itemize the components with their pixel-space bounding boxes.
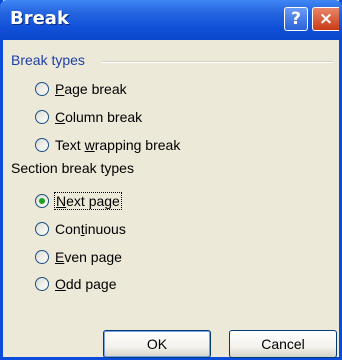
next-page-radio[interactable] (35, 194, 49, 208)
column-break-option[interactable]: Column break (35, 109, 142, 125)
page-break-option[interactable]: Page break (35, 81, 127, 97)
page-break-radio[interactable] (35, 82, 49, 96)
even-page-label: Even page (55, 249, 122, 265)
close-button[interactable]: × (312, 7, 339, 31)
break-dialog: Break ? × Break types Page break Column … (0, 0, 342, 360)
ok-button[interactable]: OK (103, 330, 211, 358)
even-page-radio[interactable] (35, 250, 49, 264)
continuous-option[interactable]: Continuous (35, 221, 126, 237)
continuous-radio[interactable] (35, 222, 49, 236)
text-wrapping-break-label: Text wrapping break (55, 137, 181, 153)
break-types-heading: Break types (11, 52, 85, 68)
column-break-label: Column break (55, 109, 143, 125)
text-wrapping-break-option[interactable]: Text wrapping break (35, 137, 180, 153)
even-page-option[interactable]: Even page (35, 249, 122, 265)
next-page-option[interactable]: Next page (35, 192, 122, 210)
title-bar[interactable]: Break ? × (0, 0, 342, 40)
section-break-types-heading: Section break types (11, 160, 134, 176)
text-wrapping-break-radio[interactable] (35, 138, 49, 152)
odd-page-label: Odd page (55, 276, 117, 292)
help-button[interactable]: ? (284, 7, 308, 31)
dialog-title: Break (10, 8, 69, 29)
cancel-button[interactable]: Cancel (229, 330, 337, 358)
close-icon: × (318, 9, 334, 29)
page-break-label: Page break (55, 81, 127, 97)
column-break-radio[interactable] (35, 110, 49, 124)
break-types-divider (101, 61, 333, 63)
odd-page-option[interactable]: Odd page (35, 276, 117, 292)
continuous-label: Continuous (55, 221, 126, 237)
next-page-label: Next page (54, 192, 122, 210)
odd-page-radio[interactable] (35, 277, 49, 291)
help-icon: ? (291, 9, 301, 29)
